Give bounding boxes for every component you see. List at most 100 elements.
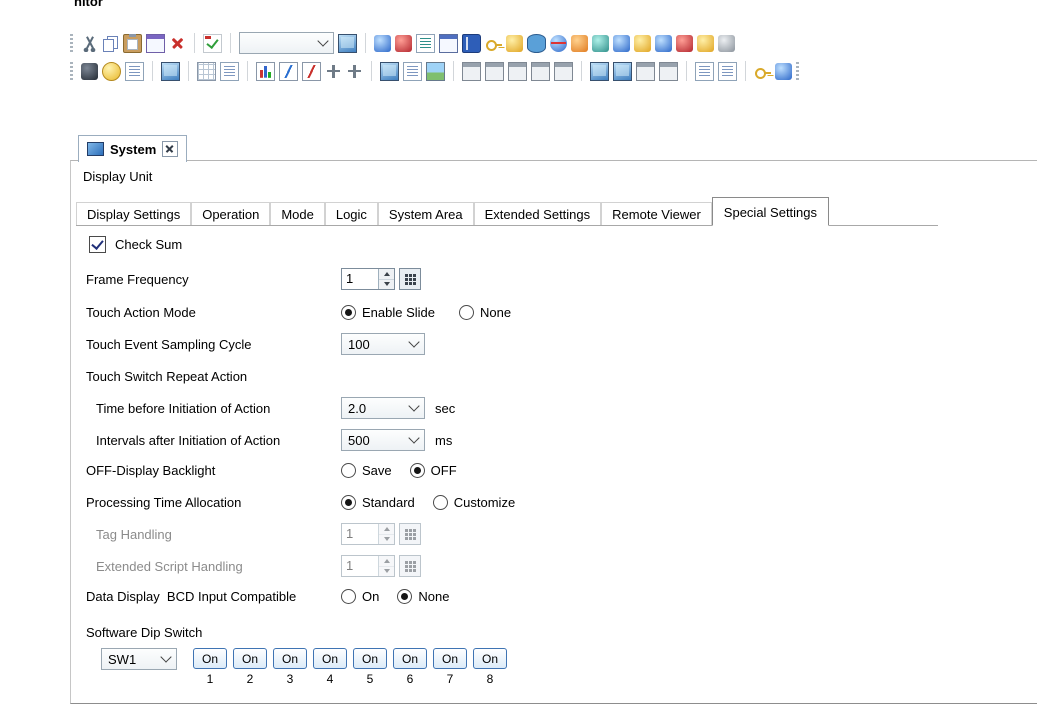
- monitor-tool-icon[interactable]: [718, 35, 735, 52]
- device-database-icon[interactable]: [527, 34, 546, 53]
- tab-special-settings[interactable]: Special Settings: [712, 197, 829, 226]
- document-tab-system[interactable]: System: [78, 135, 187, 162]
- radio-circle: [397, 589, 412, 604]
- data-display-bcd-row: Data Display BCD Input Compatible On Non…: [86, 584, 449, 608]
- dip-switch-4-button[interactable]: On: [313, 648, 347, 669]
- delete-icon[interactable]: [169, 35, 186, 52]
- duplicate-window-icon[interactable]: [146, 34, 165, 53]
- monitor-3-icon[interactable]: [636, 62, 655, 81]
- move-icon[interactable]: [346, 63, 363, 80]
- dip-switch-6-number: 6: [407, 672, 414, 686]
- capture-icon[interactable]: [81, 63, 98, 80]
- transfer-send-icon[interactable]: [374, 35, 391, 52]
- dip-switch-6-button[interactable]: On: [393, 648, 427, 669]
- radio-customize[interactable]: Customize: [433, 495, 515, 510]
- refresh-icon[interactable]: [775, 63, 792, 80]
- radio-enable-slide[interactable]: Enable Slide: [341, 305, 435, 320]
- align-left-icon[interactable]: [462, 62, 481, 81]
- tab-logic[interactable]: Logic: [325, 202, 378, 225]
- paste-icon[interactable]: [123, 34, 142, 53]
- monitor-4-icon[interactable]: [659, 62, 678, 81]
- align-center-icon[interactable]: [485, 62, 504, 81]
- dip-switch-4: On 4: [313, 648, 347, 686]
- spin-down-icon[interactable]: [384, 282, 390, 286]
- spinner-arrows[interactable]: [378, 269, 394, 289]
- monitor-2-icon[interactable]: [613, 62, 632, 81]
- parts-list-1-icon[interactable]: [695, 62, 714, 81]
- key-icon[interactable]: [754, 63, 771, 80]
- tab-remote-viewer[interactable]: Remote Viewer: [601, 202, 712, 225]
- sampling-cycle-dropdown[interactable]: 100: [341, 333, 425, 355]
- scale-icon[interactable]: [325, 63, 342, 80]
- project-report-icon[interactable]: [416, 34, 435, 53]
- usb-transfer-icon[interactable]: [655, 35, 672, 52]
- global-settings-icon[interactable]: [550, 35, 567, 52]
- align-right-icon[interactable]: [508, 62, 527, 81]
- tab-system-area[interactable]: System Area: [378, 202, 474, 225]
- dip-switch-grid: On 1 On 2 On 3 On 4: [193, 648, 507, 686]
- dip-switch-3-button[interactable]: On: [273, 648, 307, 669]
- parts-list-2-icon[interactable]: [718, 62, 737, 81]
- backlight-icon[interactable]: [102, 62, 121, 81]
- properties-icon[interactable]: [220, 62, 239, 81]
- ethernet-icon[interactable]: [676, 35, 693, 52]
- toolbar-grip[interactable]: [70, 62, 73, 80]
- screen-select-combobox[interactable]: [239, 32, 334, 54]
- dip-switch-5-button[interactable]: On: [353, 648, 387, 669]
- backup-icon[interactable]: [571, 35, 588, 52]
- toolbar-grip[interactable]: [796, 62, 799, 80]
- spin-up-icon[interactable]: [384, 272, 390, 276]
- screen-preview-icon[interactable]: [161, 62, 180, 81]
- radio-circle: [410, 463, 425, 478]
- dip-switch-8-button[interactable]: On: [473, 648, 507, 669]
- frame-frequency-value[interactable]: 1: [342, 269, 378, 289]
- radio-on[interactable]: On: [341, 589, 379, 604]
- tab-operation[interactable]: Operation: [191, 202, 270, 225]
- dip-switch-selector[interactable]: SW1: [101, 648, 177, 670]
- copy-screen-icon[interactable]: [380, 62, 399, 81]
- security-icon[interactable]: [506, 35, 523, 52]
- error-check-icon[interactable]: [203, 34, 222, 53]
- radio-standard[interactable]: Standard: [341, 495, 415, 510]
- time-before-initiation-dropdown[interactable]: 2.0: [341, 397, 425, 419]
- frame-frequency-spinner[interactable]: 1: [341, 268, 395, 290]
- document-icon[interactable]: [403, 62, 422, 81]
- ungroup-icon[interactable]: [554, 62, 573, 81]
- sound-settings-icon[interactable]: [592, 35, 609, 52]
- transfer-receive-icon[interactable]: [395, 35, 412, 52]
- cut-icon[interactable]: [81, 35, 98, 52]
- menu-item-monitor-partial[interactable]: nitor: [74, 0, 103, 9]
- check-sum-checkbox[interactable]: [89, 236, 106, 253]
- script-b-icon[interactable]: [634, 35, 651, 52]
- system-window-icon[interactable]: [439, 34, 458, 53]
- radio-save[interactable]: Save: [341, 463, 392, 478]
- trend-chart-icon[interactable]: [302, 62, 321, 81]
- close-icon[interactable]: [162, 141, 178, 157]
- radio-off[interactable]: OFF: [410, 463, 457, 478]
- image-icon[interactable]: [426, 62, 445, 81]
- tab-display-settings[interactable]: Display Settings: [76, 202, 191, 225]
- frame-frequency-keypad-button[interactable]: [399, 268, 421, 290]
- radio-none[interactable]: None: [459, 305, 511, 320]
- dip-switch-2-button[interactable]: On: [233, 648, 267, 669]
- group-icon[interactable]: [531, 62, 550, 81]
- radio-none[interactable]: None: [397, 589, 449, 604]
- screen-preview-icon[interactable]: [338, 34, 357, 53]
- line-chart-icon[interactable]: [279, 62, 298, 81]
- tab-extended-settings[interactable]: Extended Settings: [474, 202, 602, 225]
- tab-mode[interactable]: Mode: [270, 202, 325, 225]
- report-icon[interactable]: [125, 62, 144, 81]
- dip-switch-1-button[interactable]: On: [193, 648, 227, 669]
- copy-icon[interactable]: [102, 35, 119, 52]
- intervals-after-initiation-dropdown[interactable]: 500: [341, 429, 425, 451]
- grid-icon[interactable]: [197, 62, 216, 81]
- toolbar-separator: [745, 61, 746, 81]
- bar-chart-icon[interactable]: [256, 62, 275, 81]
- dip-switch-7-button[interactable]: On: [433, 648, 467, 669]
- script-a-icon[interactable]: [613, 35, 630, 52]
- toolbar-grip[interactable]: [70, 34, 73, 52]
- address-book-icon[interactable]: [462, 34, 481, 53]
- memory-card-icon[interactable]: [697, 35, 714, 52]
- key-settings-icon[interactable]: [485, 35, 502, 52]
- monitor-1-icon[interactable]: [590, 62, 609, 81]
